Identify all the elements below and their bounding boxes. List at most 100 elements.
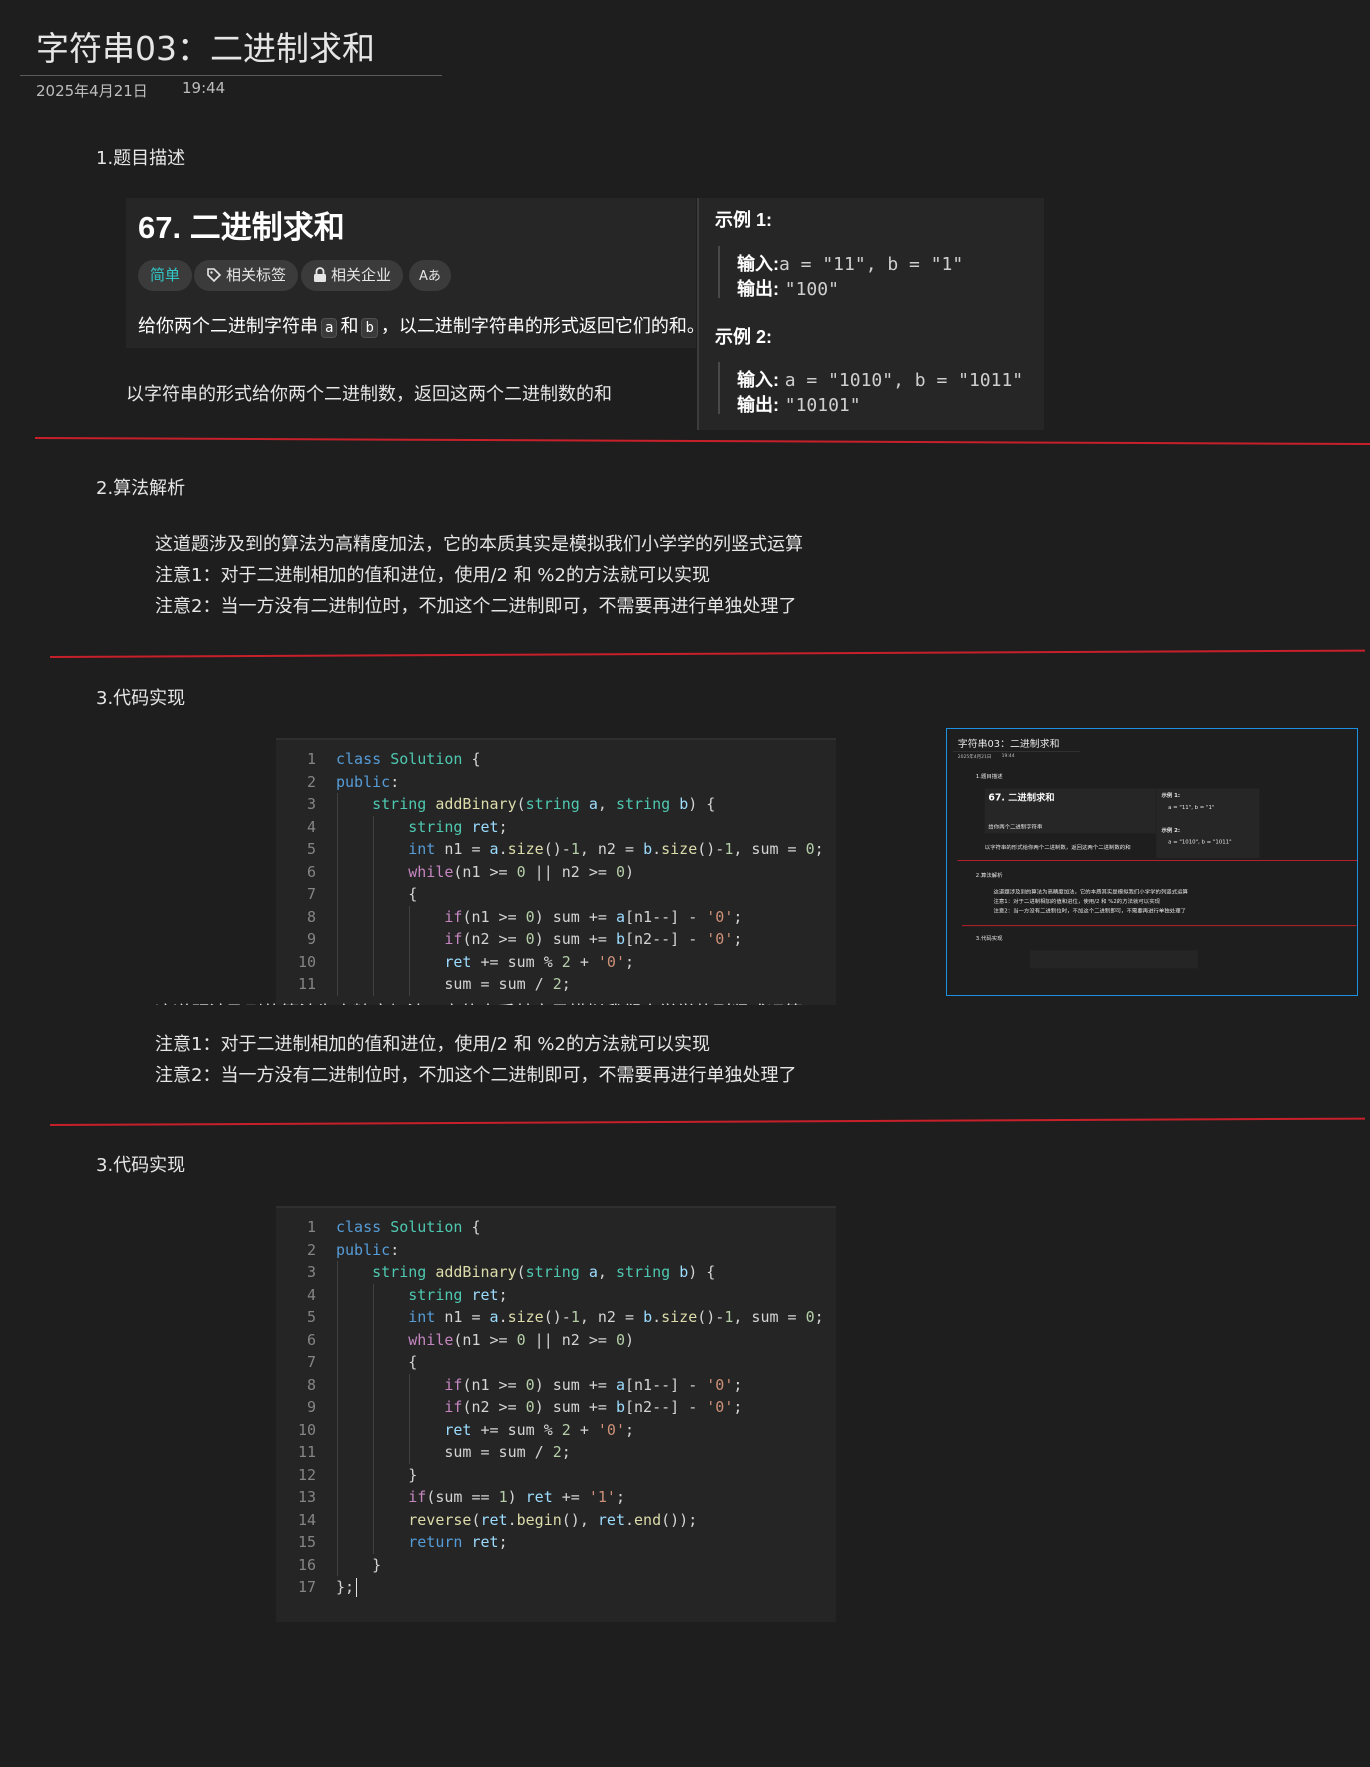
section-divider [34,437,1370,446]
code-line: 8 if(n1 >= 0) sum += a[n1--] - '0'; [276,1374,836,1397]
related-tags-button[interactable]: 相关标签 [194,260,299,291]
indent-guide [373,815,375,996]
analysis-line-2-repeat: 注意1：对于二进制相加的值和进位，使用/2 和 %2的方法就可以实现 [155,1034,710,1055]
thumb-problem-title: 67. 二进制求和 [988,792,1055,803]
code-line: 9 if(n2 >= 0) sum += b[n2--] - '0'; [276,1396,836,1419]
code-text: } [336,1465,418,1484]
code-text: }; [336,1578,355,1596]
code-text: string addBinary(string a, string b) { [372,1263,716,1281]
code-line: 7 { [276,1351,836,1374]
line-number: 4 [306,1285,316,1304]
code-text: int n1 = a.size()-1, n2 = b.size()-1, su… [408,1308,824,1326]
inline-code-b: b [361,318,378,338]
thumb-analysis-1: 这道题涉及到的算法为高精度加法，它的本质其实是模拟我们小学学的列竖式运算 [993,888,1188,896]
code-line: 6 while(n1 >= 0 || n2 >= 0) [276,1329,836,1352]
thumb-analysis-2: 注意1：对于二进制相加的值和进位，使用/2 和 %2的方法就可以实现 [993,898,1160,905]
line-number: 5 [306,840,316,858]
code-text: ret += sum % 2 + '0'; [444,1420,635,1439]
thumb-section-3: 3.代码实现 [975,935,1003,942]
section-heading-analysis: 2.算法解析 [96,478,186,499]
screenshot-thumbnail[interactable]: 字符串03：二进制求和 2025年4月21日 19:44 1.题目描述 67. … [946,728,1358,996]
thumb-example-2-input: a = "1010", b = "1011" [1168,838,1232,846]
example-1-quote-bar [718,246,720,298]
line-number: 4 [306,817,316,836]
section-divider [50,649,1365,658]
line-number: 3 [306,795,316,813]
difficulty-tag[interactable]: 简单 [138,260,193,291]
code-block-full[interactable]: 1 class Solution {2 public: 3 string addBin… [276,1206,836,1622]
code-text: { [336,885,418,903]
code-line: 15 return ret; [276,1531,836,1554]
line-number: 16 [297,1555,316,1574]
analysis-line-1: 这道题涉及到的算法为高精度加法，它的本质其实是模拟我们小学学的列竖式运算 [155,534,803,555]
tag-icon [207,268,222,283]
desc-text-2: 和 [340,316,359,337]
code-line: 17}; [276,1576,836,1599]
code-text: if(n2 >= 0) sum += b[n2--] - '0'; [444,1398,743,1416]
code-line: 5 int n1 = a.size()-1, n2 = b.size()-1, … [276,1306,836,1329]
code-line: 3 string addBinary(string a, string b) { [276,793,836,816]
desc-text-3: ，以二进制字符串的形式返回它们的和。 [380,316,705,337]
section-divider [50,1117,1365,1126]
problem-caption: 以字符串的形式给你两个二进制数，返回这两个二进制数的和 [126,384,612,405]
code-text: if(n1 >= 0) sum += a[n1--] - '0'; [444,907,743,926]
line-number: 2 [306,1240,316,1259]
code-block[interactable]: 1 class Solution {2 public: 3 string addBin… [276,738,836,1007]
code-text: string ret; [408,1285,508,1304]
thumb-title: 字符串03：二进制求和 [957,737,1060,750]
code-text: } [336,1555,382,1574]
page-time: 19:44 [182,79,226,97]
line-number: 11 [297,1443,316,1461]
thumb-section-2: 2.算法解析 [975,872,1003,879]
thumb-examples-card [1156,788,1260,858]
code-text: if(n2 >= 0) sum += b[n2--] - '0'; [444,930,743,948]
code-line: 9 if(n2 >= 0) sum += b[n2--] - '0'; [276,928,836,951]
thumb-divider-1 [957,860,1357,861]
related-companies-label: 相关企业 [331,266,392,284]
line-number: 9 [306,930,316,948]
line-number: 10 [297,1420,316,1439]
problem-description: 给你两个二进制字符串 a 和 b ，以二进制字符串的形式返回它们的和。 [138,312,705,338]
code-line: 12 } [276,1464,836,1487]
text-cursor [356,1578,358,1597]
line-number: 1 [306,1218,316,1236]
line-number: 14 [297,1510,316,1529]
section-heading-code-repeat: 3.代码实现 [96,1155,186,1176]
code-text: string addBinary(string a, string b) { [372,795,716,813]
code-line: 13 if(sum == 1) ret += '1'; [276,1486,836,1509]
code-text: int n1 = a.size()-1, n2 = b.size()-1, su… [408,840,824,858]
section-heading-code: 3.代码实现 [96,688,186,709]
code-line: 1 class Solution { [276,748,836,771]
code-line: 4 string ret; [276,816,836,839]
code-line: 8 if(n1 >= 0) sum += a[n1--] - '0'; [276,906,836,929]
code-line: 6 while(n1 >= 0 || n2 >= 0) [276,861,836,884]
section-heading-description: 1.题目描述 [96,148,186,169]
line-number: 9 [306,1398,316,1416]
related-tags-label: 相关标签 [226,266,287,284]
line-number: 3 [306,1263,316,1281]
line-number: 10 [297,952,316,971]
code-line: 1 class Solution { [276,1216,836,1239]
related-companies-button[interactable]: 相关企业 [301,260,404,291]
code-text: while(n1 >= 0 || n2 >= 0) [408,862,635,881]
analysis-line-2: 注意1：对于二进制相加的值和进位，使用/2 和 %2的方法就可以实现 [155,565,710,586]
indent-guide [337,1261,338,1576]
code-text: ret += sum % 2 + '0'; [444,952,635,971]
translate-button[interactable]: Aあ [409,260,451,291]
code-text: if(n1 >= 0) sum += a[n1--] - '0'; [444,1375,743,1394]
code-line: 5 int n1 = a.size()-1, n2 = b.size()-1, … [276,838,836,861]
thumb-problem-desc: 给你两个二进制字符串 [988,823,1043,831]
code-line: 11 sum = sum / 2; [276,1441,836,1464]
code-text: public: [336,772,400,791]
line-number: 7 [306,1353,316,1371]
line-number: 11 [297,975,316,993]
desc-text-1: 给你两个二进制字符串 [138,316,318,337]
line-number: 6 [306,1330,316,1349]
line-number: 8 [306,1375,316,1394]
line-number: 2 [306,772,316,791]
analysis-line-3-repeat: 注意2：当一方没有二进制位时，不加这个二进制即可，不需要再进行单独处理了 [155,1065,797,1086]
analysis-line-3: 注意2：当一方没有二进制位时，不加这个二进制即可，不需要再进行单独处理了 [155,596,797,617]
indent-guide [409,905,411,996]
translate-icon: Aあ [419,269,441,284]
line-number: 7 [306,885,316,903]
